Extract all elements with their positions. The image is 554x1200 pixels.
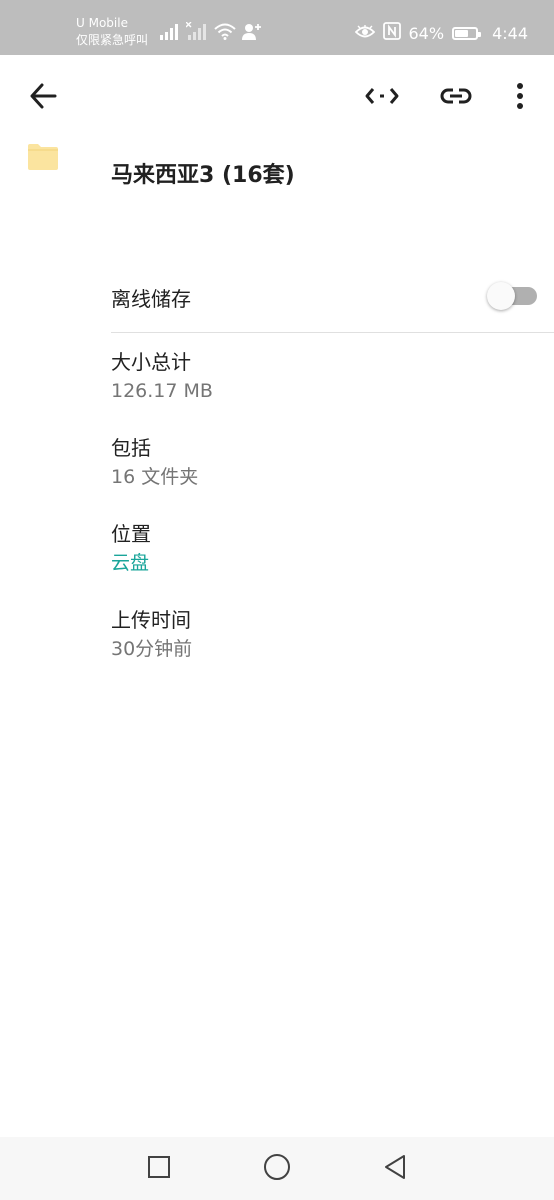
detail-value: 126.17 MB	[111, 380, 213, 402]
detail-total-size: 大小总计 126.17 MB	[111, 349, 213, 404]
offline-storage-toggle[interactable]	[487, 282, 537, 310]
status-icons-left	[160, 21, 262, 44]
folder-title: 马来西亚3 (16套)	[111, 163, 295, 188]
resize-button[interactable]	[360, 76, 404, 120]
recent-apps-button[interactable]	[141, 1151, 177, 1187]
detail-label: 位置	[111, 522, 151, 546]
back-arrow-icon	[29, 82, 57, 114]
detail-upload-time: 上传时间 30分钟前	[111, 607, 192, 662]
person-add-icon	[242, 22, 262, 44]
toggle-thumb	[487, 282, 515, 310]
link-icon	[440, 87, 472, 109]
detail-label: 包括	[111, 436, 151, 460]
link-button[interactable]	[434, 76, 478, 120]
back-icon	[383, 1154, 407, 1184]
app-bar	[0, 55, 554, 145]
no-signal-icon	[185, 21, 208, 44]
wifi-icon	[214, 23, 236, 44]
carrier-info: U Mobile 仅限紧急呼叫	[76, 17, 148, 46]
detail-label: 大小总计	[111, 350, 191, 374]
status-icons-right: 64% 4:44	[354, 22, 528, 44]
detail-value: 30分钟前	[111, 638, 193, 660]
battery-percent: 64%	[408, 23, 445, 43]
more-vert-icon	[516, 83, 524, 113]
nfc-icon	[382, 22, 401, 44]
recent-apps-icon	[147, 1155, 171, 1183]
detail-value: 16 文件夹	[111, 466, 199, 488]
eye-icon	[354, 24, 375, 43]
offline-storage-row: 离线储存	[111, 280, 554, 333]
more-options-button[interactable]	[498, 76, 542, 120]
detail-location: 位置 云盘	[111, 521, 151, 576]
detail-contains: 包括 16 文件夹	[111, 435, 198, 490]
location-link[interactable]: 云盘	[111, 550, 151, 576]
home-button[interactable]	[259, 1151, 295, 1187]
carrier-name: U Mobile	[76, 16, 128, 30]
resize-arrows-icon	[364, 87, 400, 109]
carrier-status: 仅限紧急呼叫	[76, 33, 149, 47]
home-icon	[263, 1153, 291, 1185]
detail-label: 上传时间	[111, 608, 191, 632]
folder-icon	[28, 144, 58, 174]
status-bar: U Mobile 仅限紧急呼叫 64% 4:44	[0, 0, 554, 55]
signal-icon	[160, 24, 180, 44]
clock: 4:44	[492, 23, 528, 43]
navigation-bar	[0, 1137, 554, 1200]
battery-icon	[452, 26, 482, 40]
back-nav-button[interactable]	[377, 1151, 413, 1187]
offline-storage-label: 离线储存	[111, 287, 191, 311]
back-button[interactable]	[21, 76, 65, 120]
